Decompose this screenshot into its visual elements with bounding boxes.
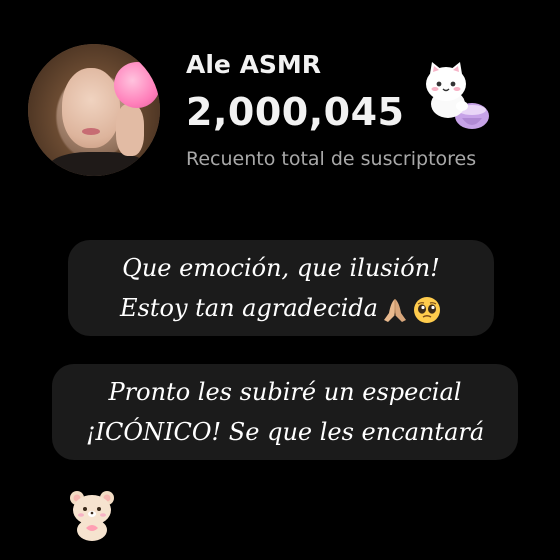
caption-2-line-1: Pronto les subiré un especial — [108, 378, 462, 406]
avatar-lips — [82, 128, 100, 135]
channel-name[interactable]: Ale ASMR — [186, 50, 321, 79]
caption-1-line-2-text: Estoy tan agradecida — [120, 294, 378, 322]
bear-sticker-icon — [70, 491, 114, 541]
pleading-face-icon — [413, 296, 440, 323]
praying-hands-icon — [383, 298, 406, 322]
caption-box-2: Pronto les subiré un especial ¡ICÓNICO! … — [52, 364, 518, 460]
cat-sticker-icon — [426, 62, 489, 129]
avatar-hand — [116, 104, 144, 156]
avatar-pink-puff — [114, 62, 160, 108]
channel-avatar[interactable] — [28, 44, 160, 176]
caption-1-line-2: Estoy tan agradecida — [68, 288, 494, 328]
avatar-face — [62, 68, 120, 148]
subscriber-count-label: Recuento total de suscriptores — [186, 148, 477, 170]
caption-1-line-1: Que emoción, que ilusión! — [122, 254, 440, 282]
caption-box-1: Que emoción, que ilusión! Estoy tan agra… — [68, 240, 494, 336]
subscriber-count: 2,000,045 — [186, 90, 405, 134]
caption-2-line-2: ¡ICÓNICO! Se que les encantará — [85, 418, 485, 446]
